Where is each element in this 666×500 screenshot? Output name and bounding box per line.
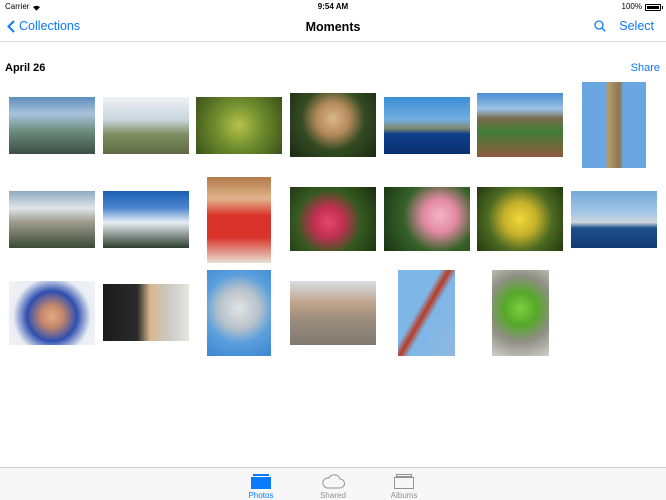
status-bar: Carrier 9:54 AM 100% (0, 0, 666, 14)
tab-shared[interactable]: Shared (303, 471, 363, 500)
photo-thumbnail[interactable] (290, 187, 376, 251)
tab-photos[interactable]: Photos (231, 471, 291, 500)
photo-thumbnail[interactable] (103, 191, 189, 248)
tab-shared-label: Shared (320, 491, 346, 500)
status-time: 9:54 AM (317, 2, 349, 11)
select-button[interactable]: Select (619, 19, 654, 33)
photo-thumbnail[interactable] (103, 97, 189, 154)
photo-thumbnail[interactable] (571, 191, 657, 248)
tab-albums-label: Albums (390, 491, 418, 500)
photo-thumbnail[interactable] (384, 97, 470, 154)
battery-icon (645, 3, 663, 11)
photo-thumbnail[interactable] (9, 97, 95, 154)
photo-thumbnail[interactable] (207, 270, 271, 356)
page-title: Moments (305, 20, 361, 34)
battery-percent: 100% (621, 2, 642, 11)
photo-thumbnail[interactable] (9, 191, 95, 248)
tab-albums[interactable]: Albums (374, 471, 434, 500)
cloud-icon (322, 474, 345, 489)
share-button[interactable]: Share (631, 62, 660, 74)
photo-thumbnail[interactable] (290, 281, 376, 345)
photo-thumbnail[interactable] (582, 82, 646, 168)
photo-thumbnail[interactable] (196, 97, 282, 154)
photo-thumbnail[interactable] (492, 270, 549, 356)
photo-thumbnail[interactable] (103, 284, 189, 341)
search-icon[interactable] (594, 20, 607, 32)
tab-bar: Photos Shared Albums (0, 467, 666, 500)
moment-date: April 26 (5, 62, 46, 74)
photo-thumbnail[interactable] (9, 281, 95, 345)
navigation-bar: Collections Moments Select (0, 14, 666, 42)
photo-thumbnail[interactable] (290, 93, 376, 157)
photo-thumbnail[interactable] (477, 187, 563, 251)
photo-thumbnail[interactable] (207, 177, 271, 263)
photos-icon (251, 474, 271, 489)
tab-photos-label: Photos (248, 491, 274, 500)
photo-thumbnail[interactable] (477, 93, 563, 157)
albums-icon (394, 474, 414, 489)
photo-thumbnail[interactable] (384, 187, 470, 251)
photo-thumbnail[interactable] (398, 270, 455, 356)
